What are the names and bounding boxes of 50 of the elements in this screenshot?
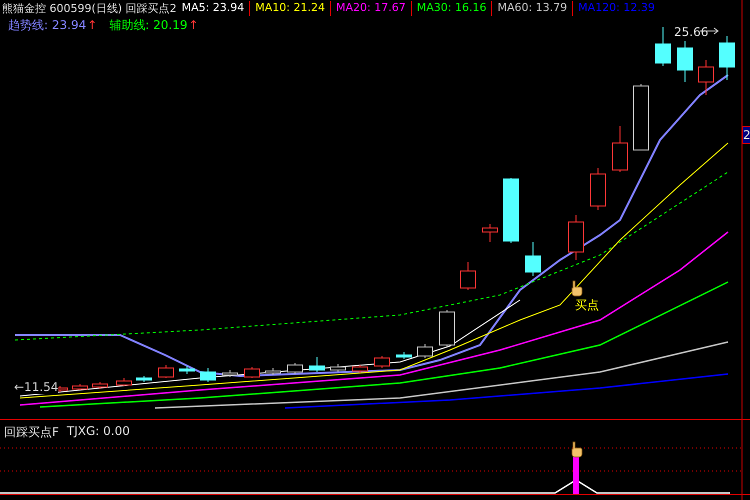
axis-label: 2: [742, 126, 750, 144]
candlestick: [179, 366, 195, 374]
candlestick: [655, 26, 671, 66]
candlestick: [244, 366, 260, 378]
candlestick: [92, 382, 108, 390]
candlestick: [677, 40, 693, 82]
moving-average-value: MA120: 12.39: [572, 1, 655, 16]
candlestick: [374, 356, 390, 368]
indicator-title: 回踩买点F: [4, 424, 59, 441]
chart-title: 熊猫金控 600599(日线) 回踩买点2: [2, 1, 177, 16]
candlestick: [330, 364, 346, 372]
candlestick: [136, 376, 152, 382]
candlestick: [568, 214, 584, 260]
indicator-value: TJXG: 0.00: [66, 424, 130, 440]
candlestick: [698, 60, 714, 96]
candlestick: [72, 384, 88, 390]
low-price-label: ←11.54: [14, 380, 58, 394]
candlestick: [352, 364, 368, 374]
candlestick: [200, 368, 216, 382]
candlestick: [158, 364, 174, 378]
candlestick: [460, 262, 476, 290]
moving-average-value: MA5: 23.94: [182, 1, 244, 16]
pointing-hand-icon: [572, 442, 582, 458]
moving-average-value: MA20: 17.67: [330, 1, 406, 16]
candlestick: [482, 224, 498, 242]
candlestick: [116, 378, 132, 386]
candlestick: [503, 178, 519, 244]
high-price-label: 25.66: [674, 25, 708, 39]
candlestick: [287, 362, 303, 374]
candlestick: [590, 168, 606, 210]
candlestick: [633, 84, 649, 150]
candlestick: [719, 36, 735, 80]
moving-average-value: MA60: 13.79: [491, 1, 568, 16]
pointing-hand-icon: [572, 280, 582, 296]
candlestick: [417, 344, 433, 358]
indicator-value: 辅助线: 20.19: [109, 18, 188, 32]
candlestick: [525, 242, 541, 276]
candlestick: [222, 370, 238, 378]
candlestick: [396, 352, 412, 360]
candlestick: [265, 368, 281, 376]
up-arrow-icon: ↑: [188, 18, 199, 32]
candlestick: [439, 310, 455, 348]
candlestick: [612, 126, 628, 172]
moving-average-value: MA30: 16.16: [410, 1, 486, 16]
indicator-value: 趋势线: 23.94: [8, 18, 86, 32]
up-arrow-icon: ↑: [87, 18, 98, 32]
candlestick: [309, 356, 325, 372]
buy-signal-label: 买点: [575, 297, 599, 314]
moving-average-value: MA10: 21.24: [249, 1, 326, 16]
signal-bar: [573, 455, 579, 494]
